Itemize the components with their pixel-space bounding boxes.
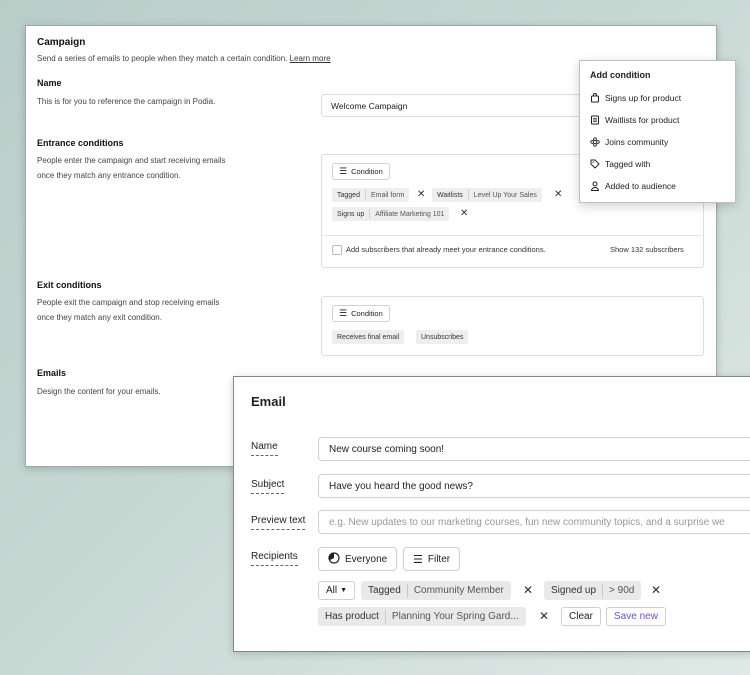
dropdown-title: Add condition: [590, 70, 651, 80]
emails-title: Emails: [37, 368, 67, 378]
filter-type: Has product: [325, 611, 379, 622]
email-title: Email: [251, 394, 286, 409]
divider: [322, 235, 702, 236]
exit-tag: Receives final email: [332, 330, 405, 344]
filter-tag-tagged: Tagged Community Member: [361, 581, 511, 600]
email-card: Email Name New course coming soon! Subje…: [233, 376, 750, 652]
filter-button-label: Filter: [427, 553, 451, 565]
person-icon: [590, 181, 600, 191]
email-preview-label: Preview text: [251, 515, 306, 530]
bag-icon: [590, 93, 600, 103]
emails-description: Design the content for your emails.: [37, 387, 161, 396]
campaign-name-input[interactable]: Welcome Campaign: [321, 94, 591, 117]
everyone-button-label: Everyone: [345, 553, 388, 565]
entrance-condition-button-label: Condition: [351, 167, 383, 176]
all-select-label: All: [326, 585, 338, 596]
exit-condition-button[interactable]: ☰ Condition: [332, 305, 390, 322]
email-subject-label: Subject: [251, 479, 285, 494]
exit-conditions-title: Exit conditions: [37, 280, 102, 290]
filter-icon: ☰: [339, 308, 348, 318]
existing-subscribers-label: Add subscribers that already meet your e…: [346, 245, 546, 254]
learn-more-link[interactable]: Learn more: [290, 54, 331, 63]
exit-conditions-description-2: once they match any exit condition.: [37, 313, 162, 322]
entrance-condition-button[interactable]: ☰ Condition: [332, 163, 390, 180]
list-icon: [590, 115, 600, 125]
tag-value: Email form: [370, 191, 405, 199]
filter-tag-signed-up: Signed up > 90d: [544, 581, 642, 600]
remove-tag-icon[interactable]: ✕: [417, 188, 425, 202]
filter-value: Community Member: [413, 585, 504, 596]
email-name-label: Name: [251, 441, 278, 456]
entrance-tag-waitlists: Waitlists Level Up Your Sales: [432, 188, 542, 202]
dropdown-item-signs-up[interactable]: Signs up for product: [590, 93, 681, 103]
dropdown-item-label: Joins community: [605, 137, 669, 147]
tag-value: Level Up Your Sales: [473, 191, 537, 199]
dropdown-item-label: Signs up for product: [605, 93, 682, 103]
filter-value: Planning Your Spring Gard...: [391, 611, 519, 622]
remove-filter-icon[interactable]: ✕: [651, 583, 661, 597]
tag-type: Tagged: [337, 191, 360, 199]
email-recipients-label: Recipients: [251, 551, 298, 566]
dropdown-item-label: Tagged with: [605, 159, 651, 169]
tag-value: Affiliate Marketing 101: [375, 210, 445, 218]
exit-conditions-description-1: People exit the campaign and stop receiv…: [37, 298, 220, 307]
show-subscribers-link[interactable]: Show 132 subscribers: [610, 245, 684, 254]
all-select[interactable]: All ▼: [318, 581, 356, 600]
community-icon: [590, 137, 600, 147]
filter-button[interactable]: ☰ Filter: [403, 547, 461, 571]
campaign-description: Send a series of emails to people when t…: [37, 52, 331, 65]
existing-subscribers-checkbox[interactable]: [332, 245, 342, 255]
clear-button[interactable]: Clear: [561, 607, 601, 626]
dropdown-item-label: Waitlists for product: [605, 115, 680, 125]
tag-icon: [590, 159, 600, 169]
exit-condition-button-label: Condition: [351, 309, 383, 318]
dropdown-item-joins-community[interactable]: Joins community: [590, 137, 668, 147]
pie-chart-icon: [328, 551, 340, 567]
campaign-description-text: Send a series of emails to people when t…: [37, 54, 288, 63]
name-section-description: This is for you to reference the campaig…: [37, 97, 216, 106]
caret-down-icon: ▼: [340, 587, 348, 594]
entrance-conditions-description-2: once they match any entrance condition.: [37, 171, 181, 180]
tag-type: Signs up: [337, 210, 365, 218]
tag-type: Waitlists: [437, 191, 463, 199]
email-preview-input[interactable]: e.g. New updates to our marketing course…: [318, 510, 750, 534]
dropdown-item-tagged-with[interactable]: Tagged with: [590, 159, 650, 169]
dropdown-item-label: Added to audience: [605, 181, 676, 191]
remove-filter-icon[interactable]: ✕: [539, 609, 549, 623]
everyone-button[interactable]: Everyone: [318, 547, 398, 571]
filter-type: Signed up: [551, 585, 597, 596]
save-new-button[interactable]: Save new: [606, 607, 666, 626]
filter-icon: ☰: [413, 553, 423, 566]
remove-tag-icon[interactable]: ✕: [554, 188, 562, 202]
email-subject-input[interactable]: Have you heard the good news?: [318, 474, 750, 498]
add-condition-dropdown: Add condition Signs up for product Waitl…: [579, 60, 736, 203]
entrance-conditions-title: Entrance conditions: [37, 138, 124, 148]
filter-tag-has-product: Has product Planning Your Spring Gard...: [318, 607, 526, 626]
remove-filter-icon[interactable]: ✕: [523, 583, 533, 597]
entrance-tag-tagged: Tagged Email form: [332, 188, 410, 202]
name-section-title: Name: [37, 78, 62, 88]
dropdown-item-waitlists[interactable]: Waitlists for product: [590, 115, 679, 125]
campaign-title: Campaign: [37, 37, 86, 48]
dropdown-item-added-to-audience[interactable]: Added to audience: [590, 181, 676, 191]
filter-value: > 90d: [609, 585, 635, 596]
filter-type: Tagged: [368, 585, 401, 596]
entrance-tag-signs-up: Signs up Affiliate Marketing 101: [332, 207, 450, 221]
email-name-input[interactable]: New course coming soon!: [318, 437, 750, 461]
exit-tag: Unsubscribes: [416, 330, 469, 344]
entrance-conditions-description-1: People enter the campaign and start rece…: [37, 156, 226, 165]
filter-icon: ☰: [339, 166, 348, 176]
remove-tag-icon[interactable]: ✕: [460, 207, 468, 221]
